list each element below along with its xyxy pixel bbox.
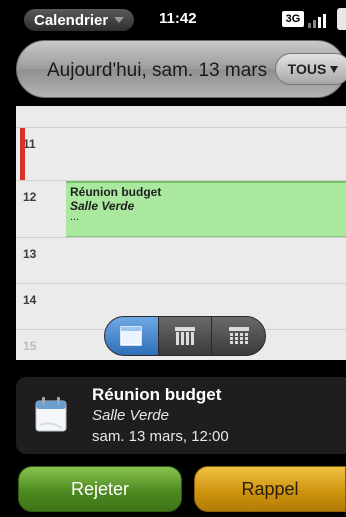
hour-label: 12 [23, 190, 37, 204]
month-view-icon [228, 327, 249, 344]
week-view-button[interactable] [159, 317, 213, 355]
calendar-event[interactable]: Réunion budget Salle Verde ... [66, 181, 346, 237]
filter-label: TOUS [287, 61, 327, 77]
chevron-down-icon [114, 17, 125, 23]
clock: 11:42 [159, 10, 197, 27]
view-switcher [104, 316, 266, 356]
month-view-button[interactable] [212, 317, 265, 355]
event-location: Salle Verde [70, 199, 135, 213]
notification-location: Salle Verde [92, 407, 169, 424]
signal-strength-icon [308, 12, 334, 28]
page-title[interactable]: Aujourd'hui, sam. 13 mars [47, 60, 267, 82]
week-view-icon [175, 327, 195, 345]
current-time-marker [20, 128, 25, 180]
event-notification[interactable]: Réunion budget Salle Verde sam. 13 mars,… [16, 377, 346, 454]
day-view-button[interactable] [105, 317, 159, 355]
calendar-filter-button[interactable]: TOUS [275, 53, 346, 85]
hour-label: 13 [23, 247, 37, 261]
notification-time: sam. 13 mars, 12:00 [92, 428, 229, 445]
dropdown-arrow-icon [330, 65, 339, 73]
network-badge: 3G [282, 11, 304, 27]
hour-row-previous[interactable] [16, 106, 346, 128]
hour-row[interactable]: 11 [16, 128, 346, 181]
status-bar: Calendrier 11:42 3G [0, 0, 346, 38]
event-title: Réunion budget [70, 185, 162, 199]
battery-icon [337, 8, 346, 30]
remind-button[interactable]: Rappel [194, 466, 346, 512]
app-menu-button[interactable]: Calendrier [24, 9, 135, 31]
hour-label: 14 [23, 293, 37, 307]
hour-label: 15 [23, 339, 37, 353]
event-more: ... [70, 211, 80, 223]
day-view-icon [120, 326, 143, 346]
calendar-header: Aujourd'hui, sam. 13 mars TOUS [16, 40, 346, 98]
reject-button[interactable]: Rejeter [18, 466, 182, 512]
hour-row[interactable]: 13 [16, 238, 346, 284]
app-menu-label: Calendrier [34, 11, 109, 29]
calendar-icon [35, 397, 67, 432]
notification-title: Réunion budget [92, 385, 222, 404]
